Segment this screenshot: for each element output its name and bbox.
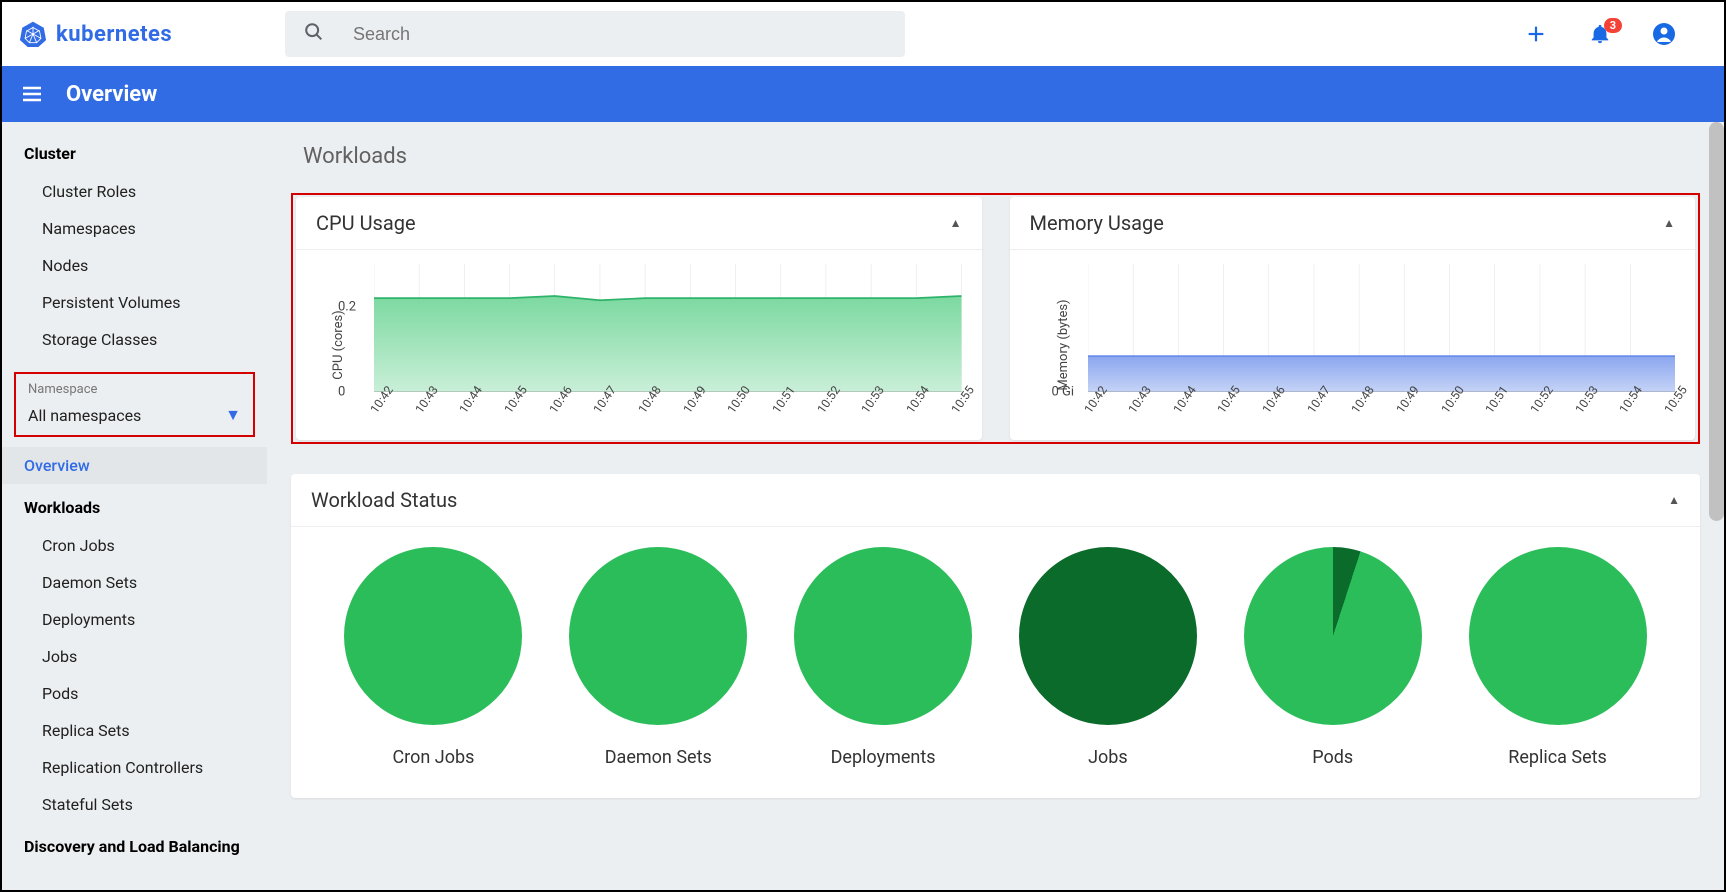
cpu-usage-card: CPU Usage ▲ CPU (cores) 10:4210:4310:441… bbox=[296, 197, 982, 440]
topbar-actions: 3 bbox=[1524, 22, 1706, 46]
memory-usage-chart bbox=[1088, 264, 1676, 392]
cpu-usage-chart bbox=[374, 264, 962, 392]
create-button[interactable] bbox=[1524, 22, 1548, 46]
sidebar-item[interactable]: Pods bbox=[2, 675, 267, 712]
usage-charts-row: CPU Usage ▲ CPU (cores) 10:4210:4310:441… bbox=[291, 193, 1700, 444]
sidebar-item-overview[interactable]: Overview bbox=[2, 447, 267, 484]
workload-status-pie bbox=[1469, 547, 1647, 725]
search-icon bbox=[303, 21, 325, 47]
workload-status-label: Deployments bbox=[831, 747, 936, 768]
chart-ytick: 0 Gi bbox=[1052, 385, 1075, 400]
brand: kubernetes bbox=[20, 21, 285, 47]
workload-status-item: Jobs bbox=[995, 547, 1220, 768]
sidebar-item[interactable]: Stateful Sets bbox=[2, 786, 267, 823]
workload-status-pie bbox=[794, 547, 972, 725]
namespace-selector-value: All namespaces bbox=[28, 406, 141, 425]
account-button[interactable] bbox=[1652, 22, 1676, 46]
chart-ytick: 0 bbox=[338, 385, 345, 400]
notifications-badge: 3 bbox=[1604, 18, 1622, 33]
workload-status-pie bbox=[1244, 547, 1422, 725]
notifications-button[interactable]: 3 bbox=[1588, 22, 1612, 46]
sidebar-group-discovery[interactable]: Discovery and Load Balancing bbox=[2, 823, 267, 866]
workload-status-card: Workload Status ▲ Cron Jobs Daemon Sets … bbox=[291, 474, 1700, 798]
sidebar-group-workloads[interactable]: Workloads bbox=[2, 484, 267, 527]
page-header-title: Overview bbox=[66, 82, 157, 107]
sidebar-item[interactable]: Persistent Volumes bbox=[2, 284, 267, 321]
sidebar-item[interactable]: Replica Sets bbox=[2, 712, 267, 749]
collapse-icon[interactable]: ▲ bbox=[1668, 493, 1680, 507]
subheader: Overview bbox=[2, 66, 1724, 122]
collapse-icon[interactable]: ▲ bbox=[950, 216, 962, 230]
sidebar-item[interactable]: Cron Jobs bbox=[2, 527, 267, 564]
workload-status-pie bbox=[1019, 547, 1197, 725]
chevron-down-icon: ▼ bbox=[225, 405, 241, 425]
memory-y-axis-label: Memory (bytes) bbox=[1056, 299, 1071, 390]
search-box[interactable] bbox=[285, 11, 905, 57]
workload-status-pie bbox=[344, 547, 522, 725]
collapse-icon[interactable]: ▲ bbox=[1663, 216, 1675, 230]
workload-status-label: Cron Jobs bbox=[392, 747, 474, 768]
section-title-workloads: Workloads bbox=[303, 144, 1700, 169]
memory-usage-title: Memory Usage bbox=[1030, 211, 1164, 235]
topbar: kubernetes 3 bbox=[2, 2, 1724, 66]
sidebar: Cluster Cluster RolesNamespacesNodesPers… bbox=[2, 122, 267, 890]
sidebar-item[interactable]: Jobs bbox=[2, 638, 267, 675]
namespace-selector[interactable]: Namespace All namespaces ▼ bbox=[14, 372, 255, 437]
kubernetes-logo-icon bbox=[20, 21, 46, 47]
memory-usage-card: Memory Usage ▲ Memory (bytes) 10:4210:43… bbox=[1010, 197, 1696, 440]
scrollbar-thumb[interactable] bbox=[1709, 122, 1724, 521]
sidebar-item[interactable]: Daemon Sets bbox=[2, 564, 267, 601]
workload-status-label: Daemon Sets bbox=[605, 747, 712, 768]
workload-status-pie bbox=[569, 547, 747, 725]
sidebar-item[interactable]: Nodes bbox=[2, 247, 267, 284]
search-input[interactable] bbox=[353, 24, 887, 45]
cpu-y-axis-label: CPU (cores) bbox=[331, 310, 346, 379]
workload-status-item: Daemon Sets bbox=[546, 547, 771, 768]
main-content: Workloads CPU Usage ▲ CPU (cores) 10:421… bbox=[267, 122, 1724, 890]
sidebar-group-cluster[interactable]: Cluster bbox=[2, 130, 267, 173]
brand-text: kubernetes bbox=[56, 22, 172, 47]
workload-status-item: Pods bbox=[1220, 547, 1445, 768]
sidebar-item[interactable]: Deployments bbox=[2, 601, 267, 638]
menu-icon[interactable] bbox=[20, 82, 44, 106]
workload-status-label: Pods bbox=[1312, 747, 1353, 768]
workload-status-item: Cron Jobs bbox=[321, 547, 546, 768]
cpu-usage-title: CPU Usage bbox=[316, 211, 416, 235]
sidebar-item[interactable]: Namespaces bbox=[2, 210, 267, 247]
chart-ytick: 0.2 bbox=[338, 299, 356, 314]
sidebar-item[interactable]: Storage Classes bbox=[2, 321, 267, 358]
workload-status-item: Replica Sets bbox=[1445, 547, 1670, 768]
workload-status-label: Replica Sets bbox=[1508, 747, 1607, 768]
workload-status-title: Workload Status bbox=[311, 488, 457, 512]
workload-status-item: Deployments bbox=[771, 547, 996, 768]
sidebar-item[interactable]: Cluster Roles bbox=[2, 173, 267, 210]
workload-status-label: Jobs bbox=[1088, 747, 1128, 768]
namespace-selector-label: Namespace bbox=[28, 382, 241, 397]
sidebar-item[interactable]: Replication Controllers bbox=[2, 749, 267, 786]
